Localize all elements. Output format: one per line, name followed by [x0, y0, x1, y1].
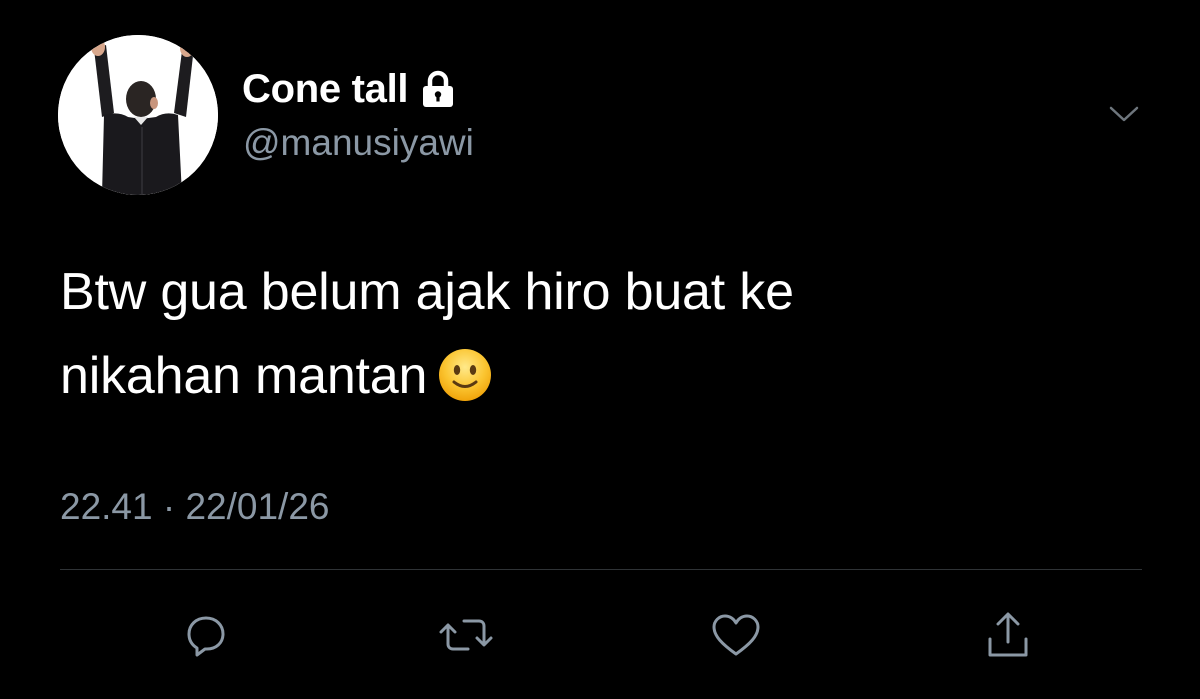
share-button[interactable] — [978, 607, 1038, 663]
reply-icon — [183, 612, 229, 658]
lock-icon — [420, 69, 456, 109]
tweet-text-line: Btw gua belum ajak hiro buat ke — [60, 263, 794, 321]
retweet-button[interactable] — [436, 607, 496, 663]
tweet-text: Btw gua belum ajak hiro buat ke nikahan … — [60, 250, 1140, 418]
chevron-down-icon[interactable] — [1106, 100, 1142, 130]
display-name[interactable]: Cone tall — [242, 67, 409, 112]
tweet-text-line: nikahan mantan — [60, 334, 1140, 418]
reply-button[interactable] — [176, 607, 236, 663]
tweet: Cone tall @manusiyawi Btw gua belum ajak… — [0, 0, 1200, 699]
tweet-timestamp[interactable]: 22.41 · 22/01/26 — [60, 486, 330, 528]
tweet-text-segment: nikahan mantan — [60, 347, 428, 405]
retweet-icon — [438, 612, 494, 658]
like-button[interactable] — [706, 607, 766, 663]
avatar[interactable] — [58, 35, 218, 195]
user-handle[interactable]: @manusiyawi — [243, 122, 474, 164]
slightly-smiling-face-icon — [437, 344, 493, 401]
name-row: Cone tall — [242, 66, 456, 112]
like-icon — [710, 612, 762, 658]
share-icon — [984, 609, 1032, 661]
avatar-image — [58, 35, 218, 195]
divider — [60, 569, 1142, 570]
